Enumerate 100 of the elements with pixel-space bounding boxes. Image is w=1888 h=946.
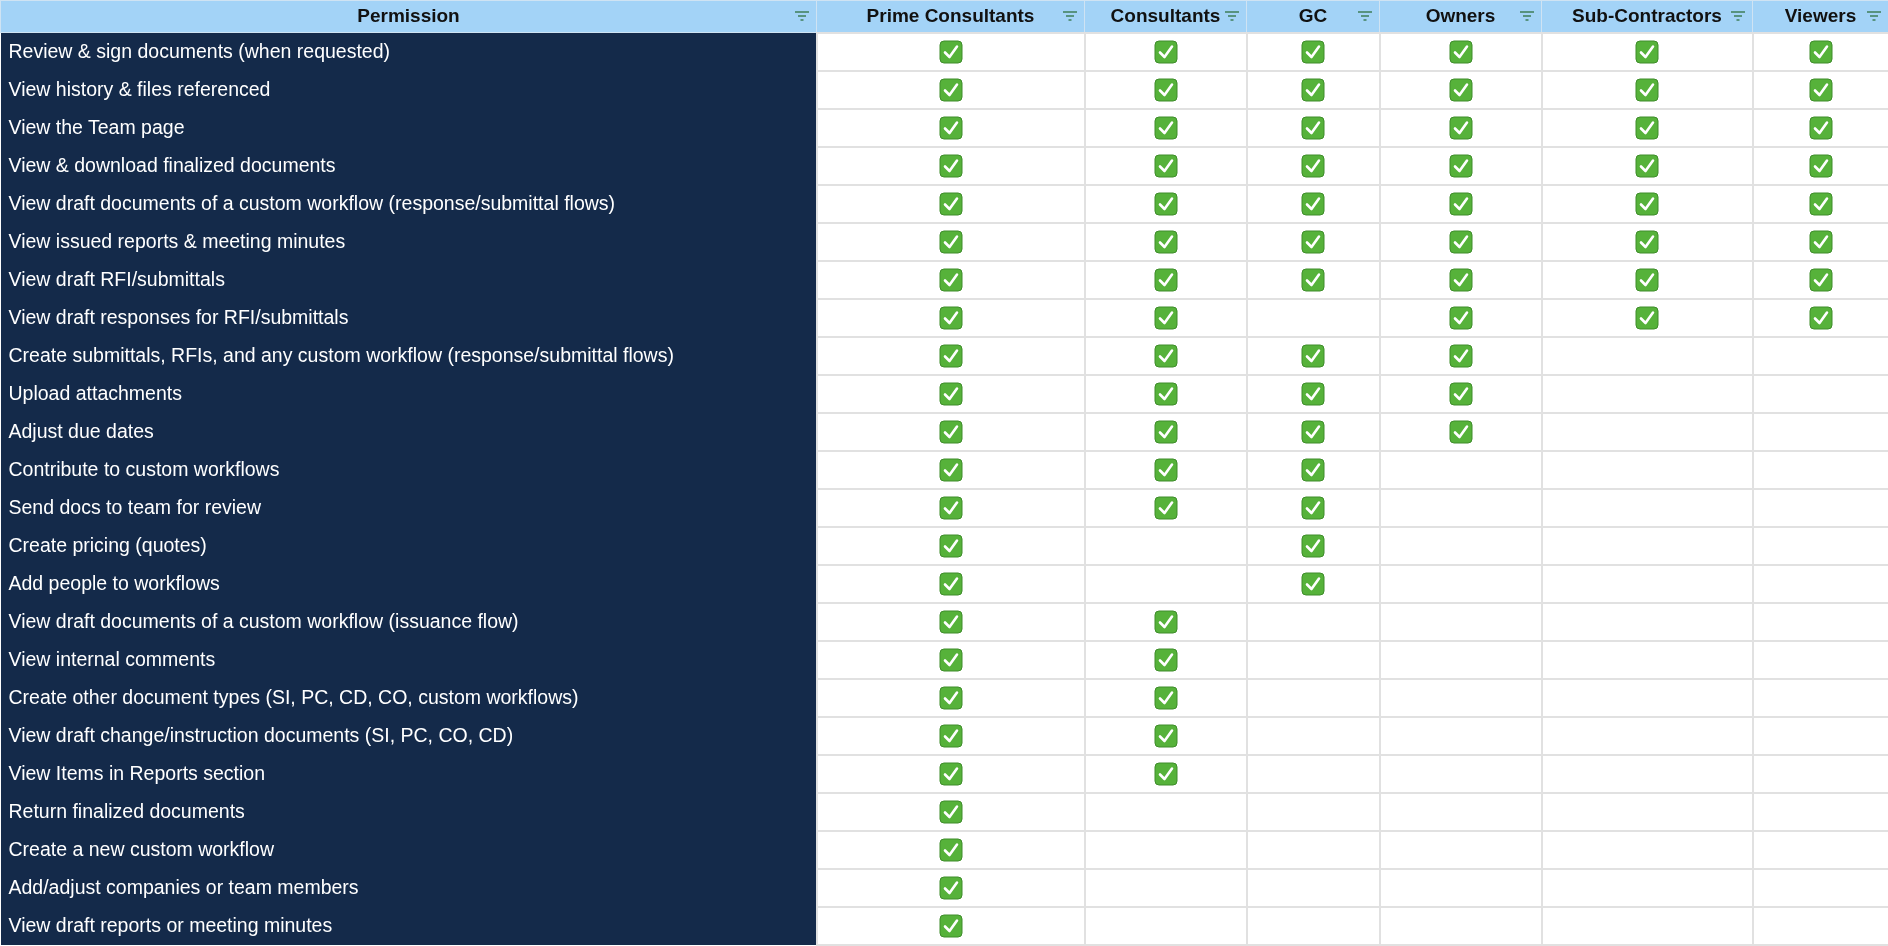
check-icon [1153,153,1178,178]
check-icon [938,419,963,444]
permission-cell: View Items in Reports section [0,754,817,793]
check-icon [938,457,963,482]
check-icon [1153,77,1178,102]
filter-icon[interactable] [794,9,810,23]
permission-cell: Upload attachments [0,374,817,413]
check-icon [938,39,963,64]
check-icon [1301,191,1325,216]
permission-cell: Contribute to custom workflows [0,450,817,489]
check-icon [1635,305,1659,330]
check-icon [938,229,963,254]
check-icon [1153,647,1178,672]
check-icon [1635,267,1659,292]
permission-cell: Review & sign documents (when requested) [0,32,817,71]
check-icon [1808,39,1833,64]
check-icon [1808,115,1833,140]
check-icon [1301,115,1325,140]
filter-icon[interactable] [1730,9,1746,23]
check-icon [1808,229,1833,254]
check-icon [1808,77,1833,102]
check-icon [1448,419,1473,444]
check-icon [938,571,963,596]
check-icon [1635,229,1659,254]
check-icon [1301,77,1325,102]
check-icon [1301,229,1325,254]
check-icon [1448,381,1473,406]
check-icon [1301,495,1325,520]
permission-cell: Add people to workflows [0,564,817,603]
permission-cell: View issued reports & meeting minutes [0,222,817,261]
check-icon [938,153,963,178]
permission-cell: View draft documents of a custom workflow (response/submittal flows) [0,184,817,223]
check-icon [1448,39,1473,64]
check-icon [938,381,963,406]
check-icon [1153,381,1178,406]
check-icon [1635,115,1659,140]
check-icon [1635,77,1659,102]
permission-cell: View draft reports or meeting minutes [0,906,817,945]
check-icon [1153,305,1178,330]
permission-cell: View internal comments [0,640,817,679]
column-header[interactable]: Prime Consultants [816,0,1085,33]
check-icon [938,685,963,710]
permission-cell: Add/adjust companies or team members [0,868,817,907]
check-icon [1635,39,1659,64]
check-icon [938,647,963,672]
check-icon [1448,191,1473,216]
column-header[interactable]: Viewers [1752,0,1888,33]
check-icon [1153,609,1178,634]
check-icon [1153,495,1178,520]
check-icon [938,609,963,634]
check-icon [1153,229,1178,254]
check-icon [938,191,963,216]
permission-cell: Create other document types (SI, PC, CD, CO, custom workflows) [0,678,817,717]
check-icon [938,267,963,292]
check-icon [1153,115,1178,140]
check-icon [1301,381,1325,406]
check-icon [938,723,963,748]
check-icon [1153,343,1178,368]
column-header[interactable]: Sub-Contractors [1541,0,1753,33]
permission-cell: Adjust due dates [0,412,817,451]
check-icon [1635,153,1659,178]
column-header[interactable]: GC [1246,0,1380,33]
check-icon [1153,39,1178,64]
permission-cell: Return finalized documents [0,792,817,831]
filter-icon[interactable] [1519,9,1535,23]
check-icon [1448,267,1473,292]
filter-icon[interactable] [1224,9,1240,23]
check-icon [938,533,963,558]
filter-icon[interactable] [1062,9,1078,23]
check-icon [938,343,963,368]
check-icon [1808,153,1833,178]
check-icon [1448,305,1473,330]
check-icon [1448,229,1473,254]
permission-cell: View draft documents of a custom workflow (issuance flow) [0,602,817,641]
check-icon [1153,419,1178,444]
column-header[interactable]: Owners [1379,0,1542,33]
check-icon [1808,191,1833,216]
permission-cell: Send docs to team for review [0,488,817,527]
check-icon [1153,267,1178,292]
filter-icon[interactable] [1357,9,1373,23]
permission-cell: View draft RFI/submittals [0,260,817,299]
permission-cell: View & download finalized documents [0,146,817,185]
check-icon [1448,343,1473,368]
check-icon [1153,457,1178,482]
check-icon [938,115,963,140]
column-header[interactable]: Permission [0,0,817,33]
check-icon [938,837,963,862]
check-icon [1635,191,1659,216]
check-icon [1153,191,1178,216]
check-icon [1448,153,1473,178]
column-header[interactable]: Consultants [1084,0,1247,33]
check-icon [1808,267,1833,292]
check-icon [1301,571,1325,596]
check-icon [1448,115,1473,140]
check-icon [1153,761,1178,786]
check-icon [938,875,963,900]
filter-icon[interactable] [1866,9,1882,23]
check-icon [1153,723,1178,748]
permission-cell: View the Team page [0,108,817,147]
check-icon [1301,419,1325,444]
